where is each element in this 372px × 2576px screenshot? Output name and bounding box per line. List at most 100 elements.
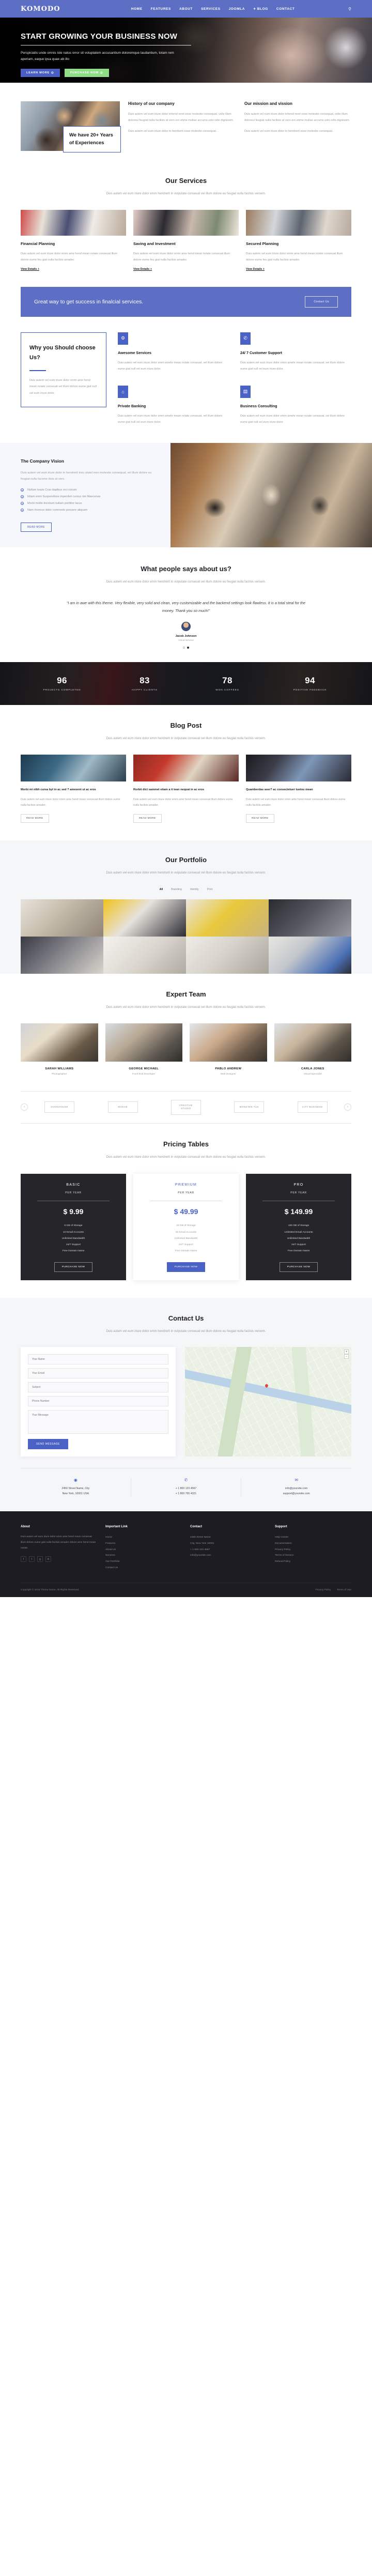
pricing-plan-pro: PRO PER YEAR $ 149.99 100 GB of Storage … bbox=[246, 1174, 351, 1280]
pricing-plan-premium: PREMIUM PER YEAR $ 49.99 25 GB of Storag… bbox=[133, 1174, 239, 1280]
nav-item-home[interactable]: HOME bbox=[131, 7, 143, 11]
send-message-button[interactable]: SEND MESSAGE bbox=[28, 1439, 69, 1450]
chevron-left-icon[interactable]: ‹ bbox=[21, 1103, 28, 1111]
footer-link[interactable]: Home bbox=[105, 1535, 182, 1541]
privacy-policy-link[interactable]: Privacy Policy bbox=[316, 1589, 331, 1591]
footer-column-title: Support bbox=[275, 1525, 287, 1529]
linkedin-icon[interactable]: in bbox=[45, 1556, 51, 1562]
vision-read-more-button[interactable]: READ MORE bbox=[21, 523, 52, 532]
portfolio-filter-branding[interactable]: Branding bbox=[171, 888, 182, 891]
footer-link[interactable]: Features bbox=[105, 1541, 182, 1547]
testimonial-pager[interactable] bbox=[21, 647, 351, 649]
footer-link[interactable]: Refund Policy bbox=[275, 1559, 351, 1565]
portfolio-filter-print[interactable]: Print bbox=[207, 888, 213, 891]
twitter-icon[interactable]: t bbox=[29, 1556, 35, 1562]
map-zoom-controls[interactable]: + − bbox=[344, 1350, 349, 1359]
team-member[interactable]: CARLA JONES Visual Specialist bbox=[274, 1023, 351, 1076]
nav-item-features[interactable]: FEATURES bbox=[151, 7, 171, 11]
map-zoom-in-button[interactable]: + bbox=[344, 1350, 349, 1355]
pricing-heading-block: Pricing Tables Duis autem vel eum iriure… bbox=[21, 1140, 351, 1161]
footer-link[interactable]: Privacy Policy bbox=[275, 1547, 351, 1553]
list-item: Nam rhoncus dolor commodo posuere aliqua… bbox=[21, 509, 157, 512]
client-logo[interactable]: CITY BUSINESS bbox=[297, 1101, 328, 1113]
portfolio-item[interactable] bbox=[21, 936, 103, 974]
list-item: Nullam turpis Cras dapibus orci rutrum bbox=[21, 488, 157, 492]
message-field[interactable] bbox=[28, 1410, 168, 1434]
map-zoom-out-button[interactable]: − bbox=[344, 1354, 349, 1359]
learn-more-button[interactable]: LEARN MORE ◎ bbox=[21, 69, 60, 78]
blog-read-more-button[interactable]: READ MORE bbox=[21, 814, 49, 823]
blog-card[interactable]: Quamberdas aser? ac consectetuer tuetou … bbox=[246, 754, 351, 823]
pager-dot-active[interactable] bbox=[187, 647, 189, 649]
footer-column-support: Support Help Center Documentation Privac… bbox=[275, 1525, 351, 1571]
team-member[interactable]: SARAH WILLIAMS Photographer bbox=[21, 1023, 98, 1076]
blog-card[interactable]: Rorbit dict sammet etiam a it tean nequa… bbox=[133, 754, 239, 823]
purchase-now-label: PURCHASE NOW bbox=[70, 71, 99, 75]
portfolio-filter-all[interactable]: All bbox=[160, 888, 163, 891]
phone-field[interactable] bbox=[28, 1396, 168, 1407]
phone-icon: ✆ bbox=[240, 332, 251, 345]
portfolio-heading-block: Our Portfolio Duis autem vel eum iriure … bbox=[21, 856, 351, 877]
service-card[interactable]: Secured Planning Duis autem vel eum iriu… bbox=[246, 209, 351, 271]
service-details-link[interactable]: View Details + bbox=[246, 268, 265, 271]
portfolio-item[interactable] bbox=[186, 899, 269, 937]
subject-field[interactable] bbox=[28, 1382, 168, 1393]
footer-contact-item: City, New York 10001 bbox=[190, 1542, 214, 1545]
plan-purchase-button[interactable]: PURCHASE NOW bbox=[279, 1262, 318, 1272]
service-card[interactable]: Financial Planning Duis autem vel eum ir… bbox=[21, 209, 126, 271]
blog-heading-block: Blog Post Duis autem vel eum iriure dolo… bbox=[21, 722, 351, 742]
purchase-now-button[interactable]: PURCHASE NOW ◎ bbox=[64, 69, 109, 78]
vision-list-label: Nullam turpis Cras dapibus orci rutrum bbox=[27, 488, 77, 492]
client-logo[interactable]: GOODHOUSE bbox=[44, 1101, 75, 1113]
service-details-link[interactable]: View Details + bbox=[133, 268, 152, 271]
blog-card[interactable]: Morbi mi nibh cursa byt in ac sed ? ames… bbox=[21, 754, 126, 823]
terms-of-use-link[interactable]: Terms of Use bbox=[337, 1589, 351, 1591]
nav-item-blog[interactable]: ✦ BLOG bbox=[253, 7, 268, 11]
service-details-link[interactable]: View Details + bbox=[21, 268, 39, 271]
nav-item-services[interactable]: SERVICES bbox=[201, 7, 221, 11]
portfolio-item[interactable] bbox=[186, 936, 269, 974]
team-member[interactable]: PABLO ANDREW Web Designer bbox=[190, 1023, 267, 1076]
portfolio-item[interactable] bbox=[269, 899, 351, 937]
plan-purchase-button[interactable]: PURCHASE NOW bbox=[54, 1262, 93, 1272]
location-map[interactable]: + − bbox=[185, 1347, 351, 1457]
google-plus-icon[interactable]: g bbox=[37, 1556, 43, 1562]
portfolio-item[interactable] bbox=[21, 899, 103, 937]
why-choose-title: Why you Should choose Us? bbox=[29, 344, 96, 361]
footer-link[interactable]: Help Center bbox=[275, 1535, 351, 1541]
search-icon[interactable]: ⚲ bbox=[348, 7, 351, 11]
nav-item-contact[interactable]: CONTACT bbox=[276, 7, 295, 11]
stat-number: 78 bbox=[222, 676, 233, 686]
nav-item-joomla[interactable]: JOOMLA bbox=[229, 7, 245, 11]
facebook-icon[interactable]: f bbox=[21, 1556, 26, 1562]
blog-read-more-button[interactable]: READ MORE bbox=[246, 814, 274, 823]
portfolio-item[interactable] bbox=[103, 936, 186, 974]
team-member[interactable]: GEORGE MICHAEL Front-End Developer bbox=[105, 1023, 182, 1076]
company-vision-section: The Company Vision Duis autem vel eum ir… bbox=[0, 443, 372, 548]
plan-purchase-button[interactable]: PURCHASE NOW bbox=[166, 1262, 206, 1272]
pager-dot[interactable] bbox=[183, 647, 185, 649]
chevron-right-icon[interactable]: › bbox=[344, 1103, 351, 1111]
footer-link[interactable]: Services bbox=[105, 1553, 182, 1559]
portfolio-filter-identity[interactable]: Identity bbox=[190, 888, 199, 891]
nav-item-about[interactable]: ABOUT bbox=[179, 7, 193, 11]
blog-read-more-button[interactable]: READ MORE bbox=[133, 814, 162, 823]
portfolio-item[interactable] bbox=[103, 899, 186, 937]
footer-link[interactable]: Contact Us bbox=[105, 1565, 182, 1571]
footer-column-links: Important Link Home Features About Us Se… bbox=[105, 1525, 182, 1571]
service-card[interactable]: Saving and Investment Duis autem vel eum… bbox=[133, 209, 239, 271]
portfolio-item[interactable] bbox=[269, 936, 351, 974]
footer-link[interactable]: Terms of Service bbox=[275, 1553, 351, 1559]
client-logo[interactable]: MOKAB bbox=[107, 1101, 138, 1113]
cta-contact-button[interactable]: Contact Us bbox=[305, 296, 338, 308]
name-field[interactable] bbox=[28, 1354, 168, 1365]
email-field[interactable] bbox=[28, 1368, 168, 1379]
contact-info-line2: support@yoursite.com bbox=[283, 1492, 310, 1496]
footer-link[interactable]: Documentation bbox=[275, 1541, 351, 1547]
client-logo[interactable]: CREATIVE STUDIO bbox=[171, 1099, 201, 1115]
footer-link[interactable]: Our Portfolio bbox=[105, 1559, 182, 1565]
footer-link[interactable]: About Us bbox=[105, 1547, 182, 1553]
list-item: Morbi mollis tincidunt nullam porttitor … bbox=[21, 502, 157, 505]
site-logo[interactable]: KOMODO bbox=[21, 5, 78, 13]
client-logo[interactable]: MONSTER TUX bbox=[234, 1101, 265, 1113]
